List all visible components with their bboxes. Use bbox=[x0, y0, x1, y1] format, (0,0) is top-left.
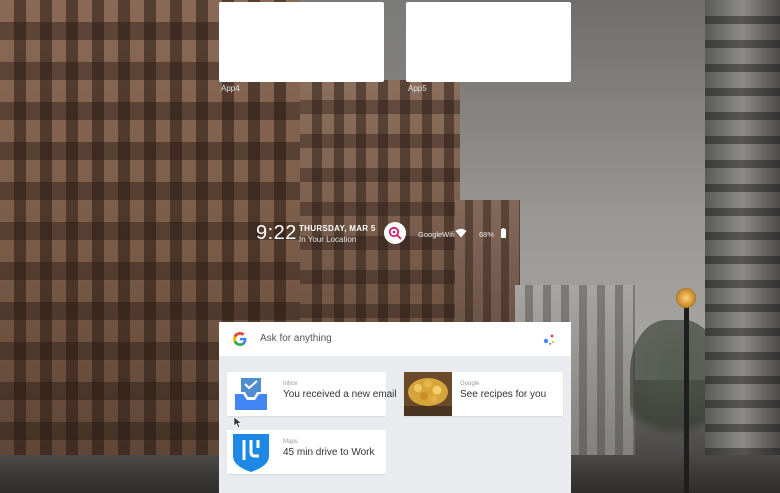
inbox-icon bbox=[227, 372, 275, 416]
mouse-cursor-icon bbox=[233, 416, 243, 428]
app-tile-app5[interactable] bbox=[406, 2, 571, 82]
suggestion-card-maps[interactable]: Maps 45 min drive to Work bbox=[227, 430, 386, 474]
suggestion-card-inbox[interactable]: Inbox You received a new email bbox=[227, 372, 397, 416]
app-tile-app4[interactable] bbox=[219, 2, 384, 82]
card-title: 45 min drive to Work bbox=[283, 447, 375, 458]
card-source: Google bbox=[460, 381, 480, 387]
battery-icon bbox=[501, 228, 506, 238]
wallpaper-building-right bbox=[705, 0, 780, 493]
card-source: Maps bbox=[283, 439, 298, 445]
food-photo-icon bbox=[404, 372, 452, 416]
battery-percent: 68% bbox=[479, 230, 495, 239]
inbox-thumb bbox=[227, 372, 275, 416]
maps-thumb bbox=[227, 430, 275, 474]
wifi-icon bbox=[455, 228, 467, 238]
search-bar[interactable]: Ask for anything bbox=[219, 322, 571, 356]
recipe-photo bbox=[404, 372, 452, 416]
assistant-dots-icon[interactable] bbox=[542, 332, 556, 346]
app-label-app5: App5 bbox=[408, 84, 427, 93]
wifi-network-name: GoogleWifi bbox=[418, 230, 455, 239]
wallpaper-lamp-post bbox=[684, 300, 689, 493]
suggestion-card-recipes[interactable]: Google See recipes for you bbox=[404, 372, 563, 416]
wallpaper-building-center bbox=[300, 80, 460, 340]
assistant-launcher-button[interactable] bbox=[384, 222, 406, 244]
app-label-app4: App4 bbox=[221, 84, 240, 93]
clock-date: THURSDAY, MAR 5 bbox=[299, 224, 376, 233]
launcher-panel: Ask for anything Inbox You received a ne… bbox=[219, 322, 571, 493]
google-g-icon bbox=[233, 332, 247, 346]
search-placeholder: Ask for anything bbox=[260, 333, 332, 344]
launcher-search-icon bbox=[388, 226, 402, 240]
wallpaper-lamp-light bbox=[676, 288, 696, 308]
card-title: See recipes for you bbox=[460, 389, 547, 400]
weather-location: In Your Location bbox=[299, 235, 357, 244]
maps-route-icon bbox=[227, 430, 275, 474]
card-source: Inbox bbox=[283, 381, 298, 387]
card-title: You received a new email bbox=[283, 389, 397, 400]
clock-time: 9:22 bbox=[256, 222, 297, 244]
wallpaper-building-center-small bbox=[455, 200, 520, 340]
